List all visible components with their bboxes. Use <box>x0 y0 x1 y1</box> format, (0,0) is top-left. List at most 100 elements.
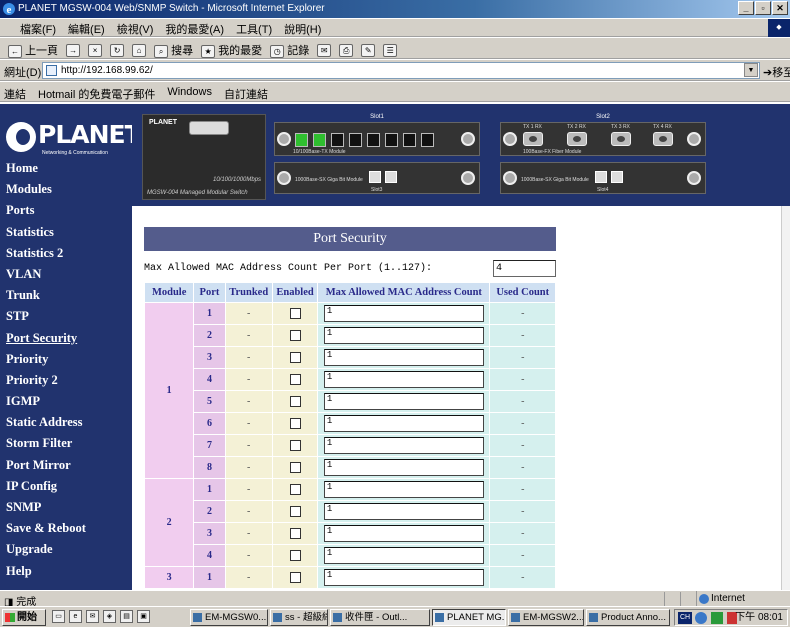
tx-port-6[interactable] <box>385 133 398 147</box>
nav-item-priority-2[interactable]: Priority 2 <box>6 370 132 391</box>
tx-port-8[interactable] <box>421 133 434 147</box>
max-count-field[interactable]: 1 <box>323 569 484 586</box>
menu-item-3[interactable]: 我的最愛(A) <box>165 21 224 37</box>
enabled-checkbox[interactable] <box>289 418 301 430</box>
menu-item-5[interactable]: 說明(H) <box>284 21 321 37</box>
nav-item-statistics[interactable]: Statistics <box>6 222 132 243</box>
refresh-icon[interactable]: ↻ <box>110 43 125 57</box>
max-count-field[interactable]: 1 <box>323 349 484 366</box>
max-count-field[interactable]: 1 <box>323 305 484 322</box>
taskbar-button-0[interactable]: EM-MGSW0... <box>190 609 268 626</box>
nav-item-snmp[interactable]: SNMP <box>6 497 132 518</box>
fx-port-2[interactable] <box>567 132 587 146</box>
taskbar-button-5[interactable]: Product Anno... <box>586 609 670 626</box>
max-count-field[interactable]: 1 <box>323 481 484 498</box>
menu-item-0[interactable]: 檔案(F) <box>20 21 56 37</box>
enabled-checkbox[interactable] <box>289 484 301 496</box>
nav-item-modules[interactable]: Modules <box>6 179 132 200</box>
slot4-module[interactable]: 1000Base-SX Giga Bit Module Slot4 <box>500 162 706 194</box>
nav-item-ip-config[interactable]: IP Config <box>6 476 132 497</box>
app-quick-icon[interactable]: ◈ <box>103 610 116 623</box>
fx-port-1[interactable] <box>523 132 543 146</box>
max-count-field[interactable]: 1 <box>323 503 484 520</box>
max-count-field[interactable]: 1 <box>323 393 484 410</box>
max-count-field[interactable]: 1 <box>323 415 484 432</box>
fx-port-3[interactable] <box>611 132 631 146</box>
enabled-checkbox[interactable] <box>289 396 301 408</box>
forward-arrow-icon[interactable]: → <box>66 43 81 57</box>
taskbar-button-4[interactable]: EM-MGSW2... <box>508 609 584 626</box>
nav-item-stp[interactable]: STP <box>6 306 132 327</box>
link-custom[interactable]: 自訂連結 <box>224 86 268 102</box>
fx-port-4[interactable] <box>653 132 673 146</box>
nav-item-help[interactable]: Help <box>6 561 132 582</box>
search-button[interactable]: ⌕ 搜尋 <box>154 42 193 58</box>
start-button[interactable]: 開始 <box>2 609 46 626</box>
address-dropdown-icon[interactable]: ▼ <box>744 63 758 77</box>
menu-item-2[interactable]: 檢視(V) <box>117 21 154 37</box>
max-count-input[interactable] <box>493 260 556 277</box>
chart-quick-icon[interactable]: ▤ <box>120 610 133 623</box>
slot3-module[interactable]: 1000Base-SX Giga Bit Module Slot3 <box>274 162 480 194</box>
console-port-icon[interactable] <box>189 121 229 135</box>
enabled-checkbox[interactable] <box>289 506 301 518</box>
nav-item-vlan[interactable]: VLAN <box>6 264 132 285</box>
menu-item-1[interactable]: 編輯(E) <box>68 21 105 37</box>
tx-port-2[interactable] <box>313 133 326 147</box>
nav-item-storm-filter[interactable]: Storm Filter <box>6 433 132 454</box>
enabled-checkbox[interactable] <box>289 374 301 386</box>
sx-port-rx[interactable] <box>385 171 397 183</box>
max-count-field[interactable]: 1 <box>323 459 484 476</box>
window-quick-icon[interactable]: ▣ <box>137 610 150 623</box>
enabled-checkbox[interactable] <box>289 308 301 320</box>
enabled-checkbox[interactable] <box>289 440 301 452</box>
taskbar-button-3[interactable]: PLANET MG... <box>432 609 506 626</box>
sx-port-rx[interactable] <box>611 171 623 183</box>
restore-button[interactable]: ▫ <box>755 1 771 15</box>
edit-icon[interactable]: ✎ <box>361 43 376 57</box>
content-scrollbar[interactable] <box>781 206 790 590</box>
nav-item-statistics-2[interactable]: Statistics 2 <box>6 243 132 264</box>
stop-icon[interactable]: × <box>88 43 103 57</box>
max-count-field[interactable]: 1 <box>323 437 484 454</box>
enabled-checkbox[interactable] <box>289 462 301 474</box>
max-count-field[interactable]: 1 <box>323 371 484 388</box>
sx-port-tx[interactable] <box>369 171 381 183</box>
taskbar-button-1[interactable]: ss - 超級終端... <box>270 609 328 626</box>
sx-port-tx[interactable] <box>595 171 607 183</box>
enabled-checkbox[interactable] <box>289 352 301 364</box>
go-button[interactable]: ➔移至 <box>763 64 790 80</box>
enabled-checkbox[interactable] <box>289 330 301 342</box>
close-button[interactable]: ✕ <box>772 1 788 15</box>
enabled-checkbox[interactable] <box>289 550 301 562</box>
mail-icon[interactable]: ✉ <box>317 43 332 57</box>
back-button[interactable]: ← 上一頁 <box>8 42 58 58</box>
nav-item-home[interactable]: Home <box>6 158 132 179</box>
max-count-field[interactable]: 1 <box>323 327 484 344</box>
tx-port-5[interactable] <box>367 133 380 147</box>
print-icon[interactable]: ⎙ <box>339 43 354 57</box>
enabled-checkbox[interactable] <box>289 528 301 540</box>
discuss-icon[interactable]: ☰ <box>383 43 398 57</box>
nav-item-igmp[interactable]: IGMP <box>6 391 132 412</box>
menu-item-4[interactable]: 工具(T) <box>236 21 272 37</box>
taskbar-button-2[interactable]: 收件匣 - Outl... <box>330 609 430 626</box>
history-button[interactable]: ◷ 記錄 <box>270 42 309 58</box>
ie-quick-icon[interactable]: e <box>69 610 82 623</box>
nav-item-trunk[interactable]: Trunk <box>6 285 132 306</box>
slot1-module[interactable]: Slot1 10/100Base-TX Module <box>274 114 480 156</box>
ime-indicator[interactable]: CH <box>678 612 692 624</box>
link-windows[interactable]: Windows <box>167 86 212 102</box>
tx-port-1[interactable] <box>295 133 308 147</box>
slot2-module[interactable]: Slot2 TX 1 RX TX 2 RX TX 3 RX TX 4 RX 10… <box>500 114 706 156</box>
address-input[interactable]: http://192.168.99.62/ <box>42 62 760 79</box>
nav-item-save-reboot[interactable]: Save & Reboot <box>6 518 132 539</box>
outlook-quick-icon[interactable]: ✉ <box>86 610 99 623</box>
enabled-checkbox[interactable] <box>289 572 301 584</box>
network-icon[interactable] <box>695 612 707 624</box>
nav-item-static-address[interactable]: Static Address <box>6 412 132 433</box>
minimize-button[interactable]: _ <box>738 1 754 15</box>
nav-item-port-mirror[interactable]: Port Mirror <box>6 455 132 476</box>
nav-item-upgrade[interactable]: Upgrade <box>6 539 132 560</box>
tray-app-icon[interactable] <box>711 612 723 624</box>
